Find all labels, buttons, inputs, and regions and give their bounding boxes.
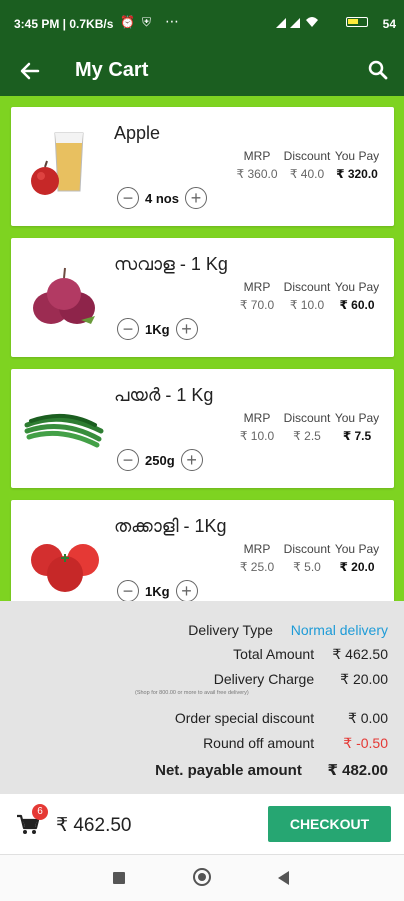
status-time: 3:45 PM | 0.7KB/s bbox=[14, 17, 114, 31]
quantity-stepper: − 1Kg + bbox=[117, 580, 198, 601]
you-pay-header: You Pay bbox=[334, 411, 380, 425]
item-name: പയർ - 1 Kg bbox=[114, 385, 214, 405]
discount-value: ₹ 2.5 bbox=[293, 429, 321, 443]
quantity-stepper: − 4 nos + bbox=[117, 187, 207, 209]
you-pay-header: You Pay bbox=[334, 280, 380, 294]
you-pay-value: ₹ 20.0 bbox=[339, 560, 375, 574]
cart-count-badge: 6 bbox=[32, 804, 48, 820]
cart-item[interactable]: തക്കാളി - 1Kg MRP ₹ 25.0 Discount ₹ 5.0 Yo… bbox=[11, 500, 394, 601]
net-payable-row: Net. payable amount ₹ 482.00 bbox=[155, 761, 388, 779]
delivery-note: (Shop for 800.00 or more to avail free d… bbox=[135, 690, 249, 696]
cart-item[interactable]: പയർ - 1 Kg MRP ₹ 10.0 Discount ₹ 2.5 You P… bbox=[11, 369, 394, 488]
delivery-charge-label: Delivery Charge bbox=[213, 671, 315, 687]
mrp-header: MRP bbox=[243, 149, 271, 163]
shield-icon: ⛨ bbox=[142, 15, 152, 29]
battery-icon bbox=[346, 17, 368, 27]
alarm-icon: ⏰ bbox=[120, 15, 135, 29]
increase-button[interactable]: + bbox=[180, 449, 203, 471]
signal-icon bbox=[274, 14, 334, 33]
price-table: MRP ₹ 25.0 Discount ₹ 5.0 You Pay ₹ 20.0 bbox=[232, 542, 382, 574]
back-arrow-icon[interactable] bbox=[18, 59, 42, 83]
you-pay-value: ₹ 7.5 bbox=[342, 429, 372, 443]
bottom-bar: 6 ₹ 462.50 CHECKOUT bbox=[0, 794, 404, 854]
decrease-button[interactable]: − bbox=[117, 187, 139, 209]
cart-list[interactable]: Apple MRP ₹ 360.0 Discount ₹ 40.0 You Pay ₹… bbox=[0, 96, 404, 601]
discount-value: ₹ 5.0 bbox=[293, 560, 321, 574]
tomato-image bbox=[21, 522, 105, 594]
item-name: Apple bbox=[114, 123, 161, 143]
system-nav-bar bbox=[0, 854, 404, 901]
more-icon: ⋯ bbox=[165, 13, 179, 29]
you-pay-header: You Pay bbox=[334, 149, 380, 163]
checkout-button[interactable]: CHECKOUT bbox=[268, 806, 391, 842]
price-table: MRP ₹ 70.0 Discount ₹ 10.0 You Pay ₹ 60.0 bbox=[232, 280, 382, 312]
cart-item[interactable]: Apple MRP ₹ 360.0 Discount ₹ 40.0 You Pay ₹… bbox=[11, 107, 394, 226]
home-button-icon[interactable] bbox=[193, 868, 211, 886]
increase-button[interactable]: + bbox=[175, 580, 198, 601]
status-bar: 3:45 PM | 0.7KB/s ⏰ ⛨ ⋯ 54 bbox=[0, 0, 404, 46]
beans-image bbox=[21, 391, 105, 463]
discount-value: ₹ 40.0 bbox=[289, 167, 325, 181]
item-name: തക്കാളി - 1Kg bbox=[114, 516, 227, 536]
delivery-charge-row: Delivery Charge ₹ 20.00 bbox=[214, 671, 388, 688]
delivery-type-label: Delivery Type bbox=[188, 622, 273, 638]
order-discount-row: Order special discount ₹ 0.00 bbox=[175, 710, 388, 727]
price-table: MRP ₹ 10.0 Discount ₹ 2.5 You Pay ₹ 7.5 bbox=[232, 411, 382, 443]
discount-header: Discount bbox=[283, 280, 331, 294]
mrp-value: ₹ 25.0 bbox=[239, 560, 275, 574]
discount-header: Discount bbox=[283, 542, 331, 556]
you-pay-value: ₹ 60.0 bbox=[339, 298, 375, 312]
mrp-header: MRP bbox=[243, 411, 271, 425]
round-off-value: ₹ -0.50 bbox=[343, 735, 388, 751]
total-amount-value: ₹ 462.50 bbox=[332, 646, 388, 662]
delivery-type-value[interactable]: Normal delivery bbox=[291, 622, 388, 638]
net-payable-value: ₹ 482.00 bbox=[327, 762, 388, 779]
quantity-value: 1Kg bbox=[145, 583, 170, 599]
increase-button[interactable]: + bbox=[175, 318, 198, 340]
cart-item[interactable]: സവാള - 1 Kg MRP ₹ 70.0 Discount ₹ 10.0 You… bbox=[11, 238, 394, 357]
item-name: സവാള - 1 Kg bbox=[114, 254, 228, 274]
you-pay-value: ₹ 320.0 bbox=[336, 167, 378, 181]
round-off-label: Round off amount bbox=[203, 735, 315, 751]
mrp-value: ₹ 360.0 bbox=[236, 167, 278, 181]
back-button-icon[interactable] bbox=[278, 871, 290, 890]
quantity-stepper: − 250g + bbox=[117, 449, 203, 471]
round-off-row: Round off amount ₹ -0.50 bbox=[203, 735, 388, 752]
net-payable-label: Net. payable amount bbox=[155, 762, 302, 779]
page-title: My Cart bbox=[75, 59, 149, 81]
delivery-type-row: Delivery Type Normal delivery bbox=[188, 622, 388, 638]
apple-juice-image bbox=[21, 129, 105, 201]
price-table: MRP ₹ 360.0 Discount ₹ 40.0 You Pay ₹ 320.0 bbox=[232, 149, 382, 181]
quantity-value: 250g bbox=[145, 452, 175, 468]
app-bar: My Cart bbox=[0, 46, 404, 96]
quantity-value: 4 nos bbox=[145, 190, 179, 206]
decrease-button[interactable]: − bbox=[117, 580, 139, 601]
decrease-button[interactable]: − bbox=[117, 318, 139, 340]
mrp-header: MRP bbox=[243, 280, 271, 294]
search-icon[interactable] bbox=[366, 58, 390, 82]
discount-header: Discount bbox=[283, 149, 331, 163]
onion-image bbox=[21, 260, 105, 332]
recents-button-icon[interactable] bbox=[113, 872, 125, 884]
decrease-button[interactable]: − bbox=[117, 449, 139, 471]
cart-total: ₹ 462.50 bbox=[56, 815, 132, 836]
delivery-charge-value: ₹ 20.00 bbox=[340, 671, 388, 687]
quantity-stepper: − 1Kg + bbox=[117, 318, 198, 340]
quantity-value: 1Kg bbox=[145, 321, 170, 337]
you-pay-header: You Pay bbox=[334, 542, 380, 556]
total-amount-label: Total Amount bbox=[233, 646, 315, 662]
mrp-header: MRP bbox=[243, 542, 271, 556]
battery-level: 54 bbox=[382, 17, 396, 31]
mrp-value: ₹ 10.0 bbox=[239, 429, 275, 443]
mrp-value: ₹ 70.0 bbox=[239, 298, 275, 312]
total-amount-row: Total Amount ₹ 462.50 bbox=[233, 646, 388, 663]
discount-value: ₹ 10.0 bbox=[289, 298, 325, 312]
order-discount-value: ₹ 0.00 bbox=[347, 710, 388, 726]
order-discount-label: Order special discount bbox=[174, 710, 315, 726]
increase-button[interactable]: + bbox=[184, 187, 207, 209]
order-summary: Delivery Type Normal delivery Total Amou… bbox=[0, 601, 404, 794]
discount-header: Discount bbox=[283, 411, 331, 425]
